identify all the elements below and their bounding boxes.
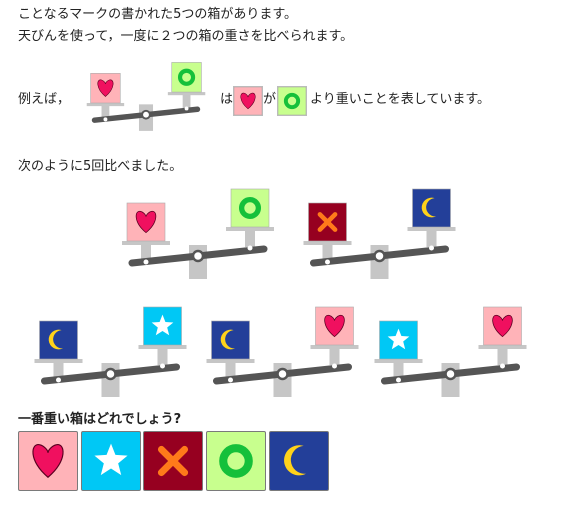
comparison-scale-4 (206, 306, 359, 397)
choice-star[interactable] (81, 431, 141, 491)
intro-line-2: 天びんを使って，一度に２つの箱の重さを比べられます。 (18, 29, 354, 44)
moon-icon (284, 445, 306, 476)
comparison-scale-1 (122, 188, 274, 279)
example-heavier-box (233, 86, 263, 116)
comparison-scale-5 (374, 306, 527, 397)
choice-cross[interactable] (143, 431, 203, 491)
heart-icon (32, 444, 64, 478)
cross-icon (157, 445, 189, 477)
star-icon (94, 443, 128, 476)
comparisons-intro: 次のように5回比べました。 (18, 159, 183, 174)
choice-moon[interactable] (269, 431, 329, 491)
choice-heart[interactable] (18, 431, 78, 491)
intro-line-1: ことなるマークの書かれた5つの箱があります。 (18, 7, 298, 22)
comparison-scale-2 (303, 188, 456, 279)
comparison-scale-3 (34, 306, 187, 397)
example-prefix: 例えば， (18, 92, 71, 107)
example-wa: は (220, 92, 234, 107)
question-text: 一番重い箱はどれでしょう? (18, 412, 182, 427)
example-suffix: より重いことを表しています。 (310, 92, 491, 107)
example-ga: が (263, 92, 277, 107)
example-lighter-box (277, 86, 307, 116)
example-scale (86, 62, 206, 131)
choice-ring[interactable] (206, 431, 266, 491)
ring-icon (219, 444, 253, 478)
